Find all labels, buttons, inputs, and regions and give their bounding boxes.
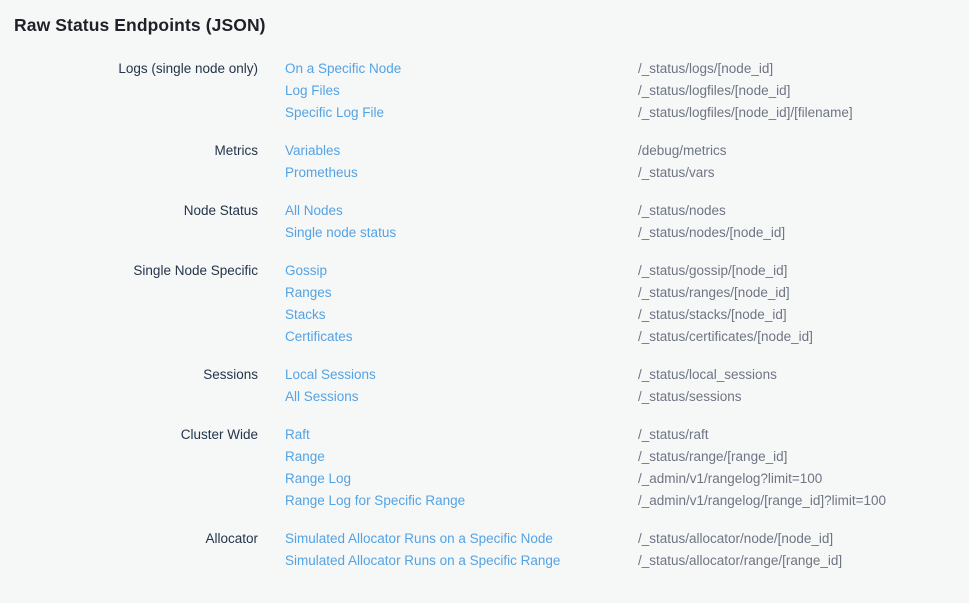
endpoint-path: /_status/ranges/[node_id] xyxy=(638,282,969,304)
endpoint-group: Single Node SpecificGossip /_status/gossi… xyxy=(0,260,969,348)
endpoint-path: /_status/certificates/[node_id] xyxy=(638,326,969,348)
endpoint-path: /_status/local_sessions xyxy=(638,364,969,386)
endpoint-path: /_status/nodes/[node_id] xyxy=(638,222,969,244)
endpoint-path: /_status/allocator/node/[node_id] xyxy=(638,528,969,550)
endpoint-link[interactable]: Simulated Allocator Runs on a Specific N… xyxy=(285,528,553,550)
endpoint-path: /_status/sessions xyxy=(638,386,969,408)
endpoint-link[interactable]: Stacks xyxy=(285,304,326,326)
endpoint-group: Node StatusAll Nodes /_status/nodes Single… xyxy=(0,200,969,244)
endpoint-group: Logs (single node only)On a Specific Nod… xyxy=(0,58,969,124)
endpoint-path: /_admin/v1/rangelog?limit=100 xyxy=(638,468,969,490)
endpoint-path: /_status/logfiles/[node_id]/[filename] xyxy=(638,102,969,124)
endpoint-link[interactable]: On a Specific Node xyxy=(285,58,401,80)
endpoints-table: Logs (single node only)On a Specific Nod… xyxy=(0,58,969,572)
endpoint-link[interactable]: All Nodes xyxy=(285,200,343,222)
endpoint-link[interactable]: Ranges xyxy=(285,282,332,304)
endpoint-link[interactable]: Simulated Allocator Runs on a Specific R… xyxy=(285,550,560,572)
endpoint-link[interactable]: Gossip xyxy=(285,260,327,282)
category-label: Sessions xyxy=(0,364,285,386)
endpoint-group: AllocatorSimulated Allocator Runs on a S… xyxy=(0,528,969,572)
category-label: Logs (single node only) xyxy=(0,58,285,80)
endpoint-path: /_status/vars xyxy=(638,162,969,184)
category-label: Allocator xyxy=(0,528,285,550)
endpoint-link[interactable]: Range Log xyxy=(285,468,351,490)
endpoint-group: SessionsLocal Sessions /_status/local_ses… xyxy=(0,364,969,408)
endpoint-path: /_admin/v1/rangelog/[range_id]?limit=100 xyxy=(638,490,969,512)
endpoint-group: Cluster WideRaft /_status/raft Range /_stat… xyxy=(0,424,969,512)
endpoint-link[interactable]: Prometheus xyxy=(285,162,358,184)
endpoint-path: /_status/gossip/[node_id] xyxy=(638,260,969,282)
endpoint-path: /_status/nodes xyxy=(638,200,969,222)
category-label: Node Status xyxy=(0,200,285,222)
endpoint-path: /_status/logs/[node_id] xyxy=(638,58,969,80)
endpoint-link[interactable]: Log Files xyxy=(285,80,340,102)
endpoint-path: /_status/allocator/range/[range_id] xyxy=(638,550,969,572)
page-title: Raw Status Endpoints (JSON) xyxy=(14,13,969,37)
category-label: Cluster Wide xyxy=(0,424,285,446)
endpoint-link[interactable]: Raft xyxy=(285,424,310,446)
endpoint-path: /_status/range/[range_id] xyxy=(638,446,969,468)
endpoint-link[interactable]: Specific Log File xyxy=(285,102,384,124)
endpoint-path: /_status/logfiles/[node_id] xyxy=(638,80,969,102)
endpoint-path: /_status/raft xyxy=(638,424,969,446)
endpoint-link[interactable]: Range xyxy=(285,446,325,468)
endpoint-path: /debug/metrics xyxy=(638,140,969,162)
endpoint-path: /_status/stacks/[node_id] xyxy=(638,304,969,326)
endpoint-link[interactable]: Local Sessions xyxy=(285,364,376,386)
endpoint-link[interactable]: All Sessions xyxy=(285,386,359,408)
endpoint-link[interactable]: Single node status xyxy=(285,222,396,244)
endpoint-link[interactable]: Certificates xyxy=(285,326,353,348)
endpoint-link[interactable]: Variables xyxy=(285,140,340,162)
endpoint-group: MetricsVariables/debug/metrics Prometheus… xyxy=(0,140,969,184)
category-label: Metrics xyxy=(0,140,285,162)
raw-status-endpoints-page: Raw Status Endpoints (JSON) Logs (single… xyxy=(0,13,969,603)
endpoint-link[interactable]: Range Log for Specific Range xyxy=(285,490,465,512)
category-label: Single Node Specific xyxy=(0,260,285,282)
